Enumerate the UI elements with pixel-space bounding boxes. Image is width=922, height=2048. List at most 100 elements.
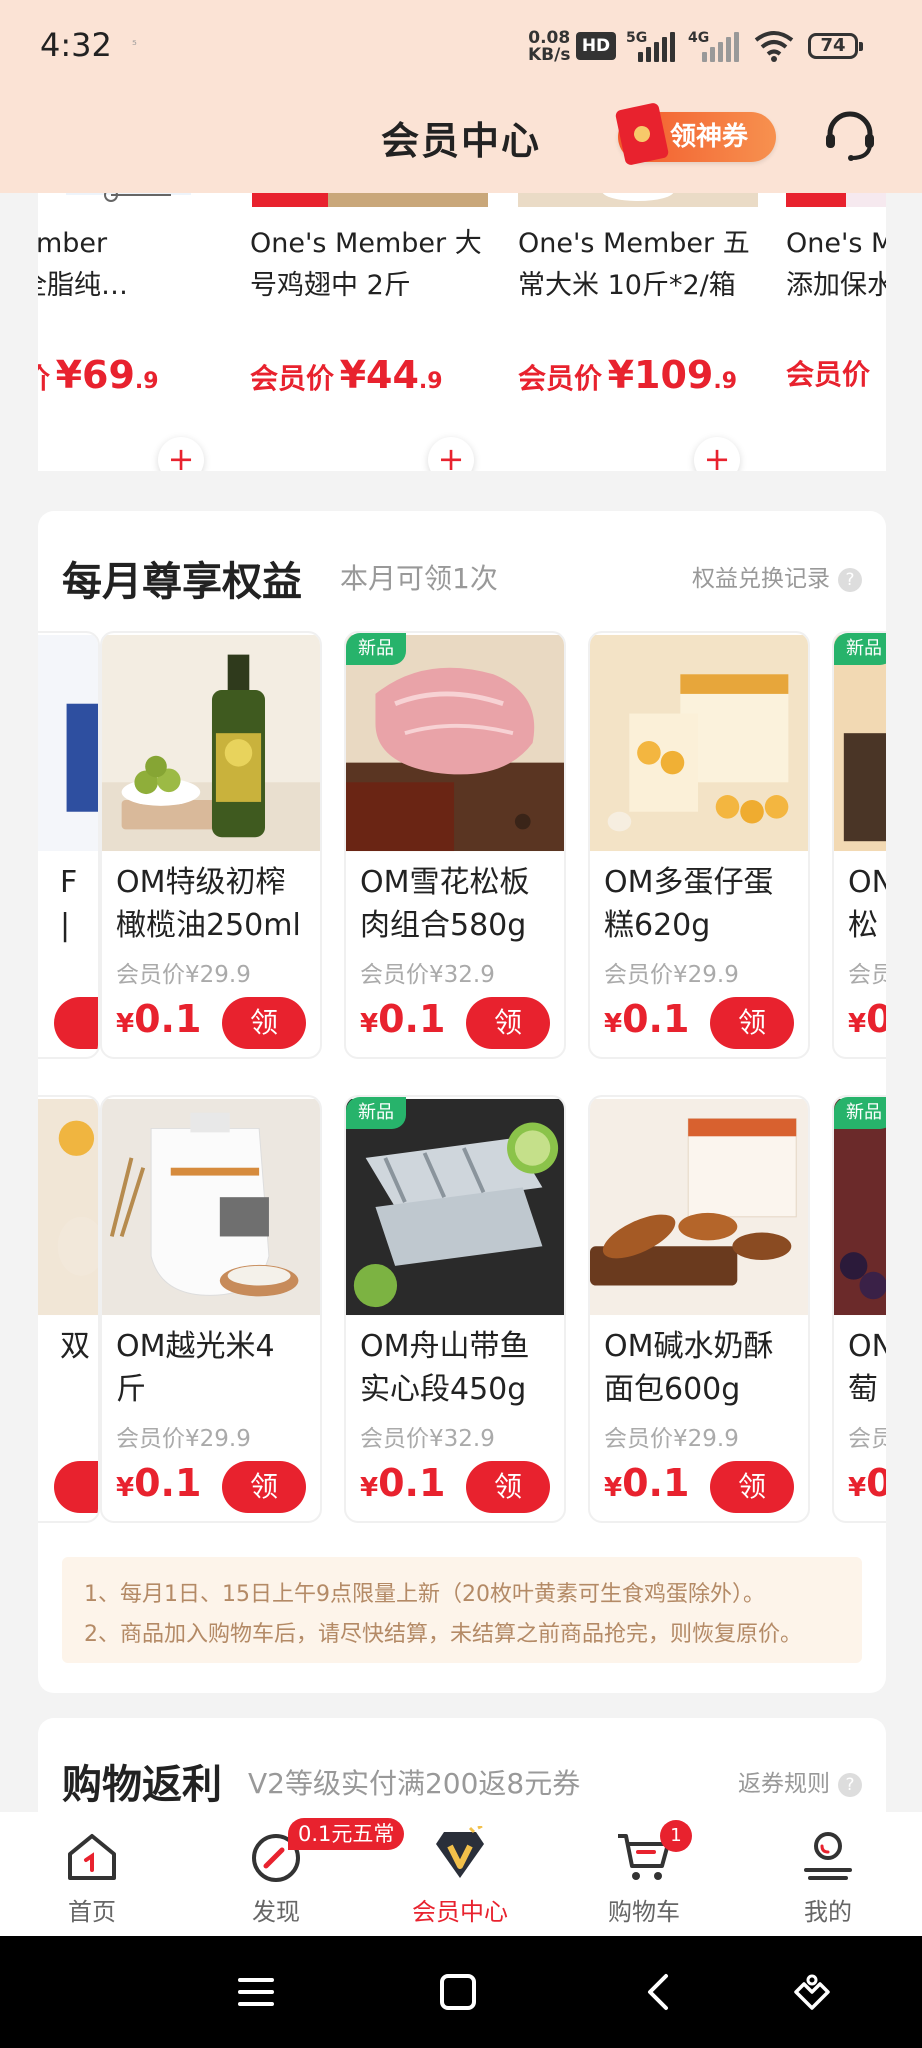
vip-icon [436,1826,484,1878]
product-image [834,1098,886,1316]
member-price: 会员价¥32.9 [360,962,495,988]
product-image [38,634,98,852]
benefit-product-card[interactable]: OM越光米4 斤 会员价¥29.9 ¥0.1 领 [100,1095,322,1523]
price-value: 0.1 [134,997,202,1041]
signal-5g-icon: 5G [626,30,678,62]
section-title: 每月尊享权益 [62,559,302,605]
product-name: ON 萄 [848,1329,886,1407]
product-image [590,1098,808,1316]
product-image [38,1098,98,1316]
add-to-cart-button[interactable]: + [158,437,204,471]
price-integer: ¥109 [607,353,714,397]
price-value: 0.1 [622,997,690,1041]
tab-label: 我的 [804,1898,852,1926]
rebate-rules-label[interactable]: 返券规则 [738,1771,830,1797]
new-badge: 新品 [834,1097,886,1129]
member-products-carousel[interactable]: 's Member 蛋白全脂纯… 会员价 ¥69.9 + One's Membe… [38,193,886,471]
redemption-record-label[interactable]: 权益兑换记录 [692,566,830,592]
tab-home[interactable]: 首页 [0,1812,184,1936]
member-price: 会员价¥29.9 [116,962,251,988]
product-name: One's M 添加保水 [786,228,886,301]
redemption-record-link[interactable]: 权益兑换记录? [692,559,862,593]
add-to-cart-button[interactable]: + [694,437,740,471]
product-name: OM雪花松板 肉组合580g [360,865,530,943]
tab-label: 会员中心 [412,1898,508,1926]
tab-cart[interactable]: 购物车 [552,1812,736,1936]
benefit-product-card[interactable]: 双 [38,1095,100,1523]
claim-button[interactable]: 领 [710,997,794,1049]
product-name: OM多蛋仔蛋 糕620g [604,865,774,943]
product-image [518,193,758,207]
help-icon[interactable]: ? [838,567,862,592]
benefit-product-card[interactable]: OM多蛋仔蛋 糕620g 会员价¥29.9 ¥0.1 领 [588,631,810,1059]
benefit-product-card[interactable]: 新品 ON 松 会员 ¥0 [832,631,886,1059]
product-image [102,1098,320,1316]
customer-service-icon[interactable] [820,106,880,166]
benefit-product-card[interactable]: OM特级初榨 橄榄油250ml 会员价¥29.9 ¥0.1 领 [100,631,322,1059]
rebate-rules-link[interactable]: 返券规则? [738,1764,862,1798]
benefit-product-card[interactable]: F | [38,631,100,1059]
section-subtitle: V2等级实付满200返8元券 [248,1767,581,1800]
product-image [590,634,808,852]
tab-label: 发现 [252,1898,300,1926]
new-badge: 新品 [346,1097,406,1129]
price-integer: ¥69 [55,353,135,397]
tab-label: 首页 [68,1898,116,1926]
back-icon[interactable] [640,1972,680,2012]
price-integer: ¥44 [339,353,419,397]
product-name: OM舟山带鱼 实心段450g [360,1329,530,1407]
benefit-price: ¥0.1 [116,997,201,1041]
claim-button[interactable]: 领 [710,1461,794,1513]
tab-label: 购物车 [608,1898,680,1926]
price-value: 0.1 [134,1461,202,1505]
section-subtitle: 本月可领1次 [340,562,498,595]
tab-profile[interactable]: 我的 [736,1812,920,1936]
claim-button[interactable]: 领 [222,1461,306,1513]
claim-button[interactable]: 领 [466,997,550,1049]
claim-button[interactable]: 领 [222,997,306,1049]
help-icon[interactable]: ? [838,1772,862,1797]
price-value: 0 [866,1461,886,1505]
benefit-rules-notice: 1、每月1日、15日上午9点限量上新（20枚叶黄素可生食鸡蛋除外）。 2、商品加… [62,1557,862,1663]
assistant-icon[interactable] [792,1972,832,2012]
claim-button[interactable] [54,1461,98,1513]
benefit-product-card[interactable]: 新品 ON 萄 会员 ¥0 [832,1095,886,1523]
benefit-product-card[interactable]: 新品 OM舟山带鱼 实心段450g 会员价¥32.9 ¥0.1 领 [344,1095,566,1523]
status-time: 4:32 [40,26,112,64]
header: 4:32 ⁵ 0.08 KB/s HD 5G 4G 74 会员中心 领神券 [0,0,922,193]
price-value: 0.1 [622,1461,690,1505]
price-decimal: .9 [418,369,443,394]
monthly-benefits-section: 每月尊享权益 本月可领1次 权益兑换记录? F | OM特级初榨 橄榄油250m… [38,511,886,1693]
product-member-price: 会员价 ¥44.9 [250,353,443,397]
hd-icon: HD [576,32,616,60]
status-bar: 4:32 ⁵ 0.08 KB/s HD 5G 4G 74 [0,0,922,92]
product-name: OM特级初榨 橄榄油250ml [116,865,301,943]
signal-4g-label: 4G [688,30,710,46]
claim-button[interactable]: 领 [466,1461,550,1513]
product-member-price: 会员价 ¥69.9 [38,353,159,397]
price-value: 0.1 [378,997,446,1041]
page-title: 会员中心 [380,119,541,163]
price-label: 会员价 [38,362,50,395]
claim-button[interactable] [54,997,98,1049]
member-price: 会员 [848,962,886,988]
yen-symbol: ¥ [604,1473,623,1503]
product-name: 's Member 蛋白全脂纯… [38,228,128,301]
benefit-price: ¥0.1 [604,1461,689,1505]
price-label: 会员价 [250,362,335,395]
home-square-icon[interactable] [438,1972,478,2012]
signal-5g-label: 5G [626,30,648,46]
member-price: 会员价¥29.9 [116,1426,251,1452]
network-speed: 0.08 KB/s [528,30,570,64]
benefit-price: ¥0.1 [360,997,445,1041]
benefit-product-card[interactable]: OM碱水奶酥 面包600g 会员价¥29.9 ¥0.1 领 [588,1095,810,1523]
section-title: 购物返利 [62,1762,222,1808]
battery-icon: 74 [808,33,863,59]
menu-icon[interactable] [236,1972,276,2012]
add-to-cart-button[interactable]: + [428,437,474,471]
discover-promo-badge: 0.1元五常 [288,1818,405,1850]
profile-icon [804,1832,852,1880]
benefit-product-card[interactable]: 新品 OM雪花松板 肉组合580g 会员价¥32.9 ¥0.1 领 [344,631,566,1059]
home-icon [68,1834,116,1880]
product-name: One's Member 五 常大米 10斤*2/箱 [518,228,750,301]
